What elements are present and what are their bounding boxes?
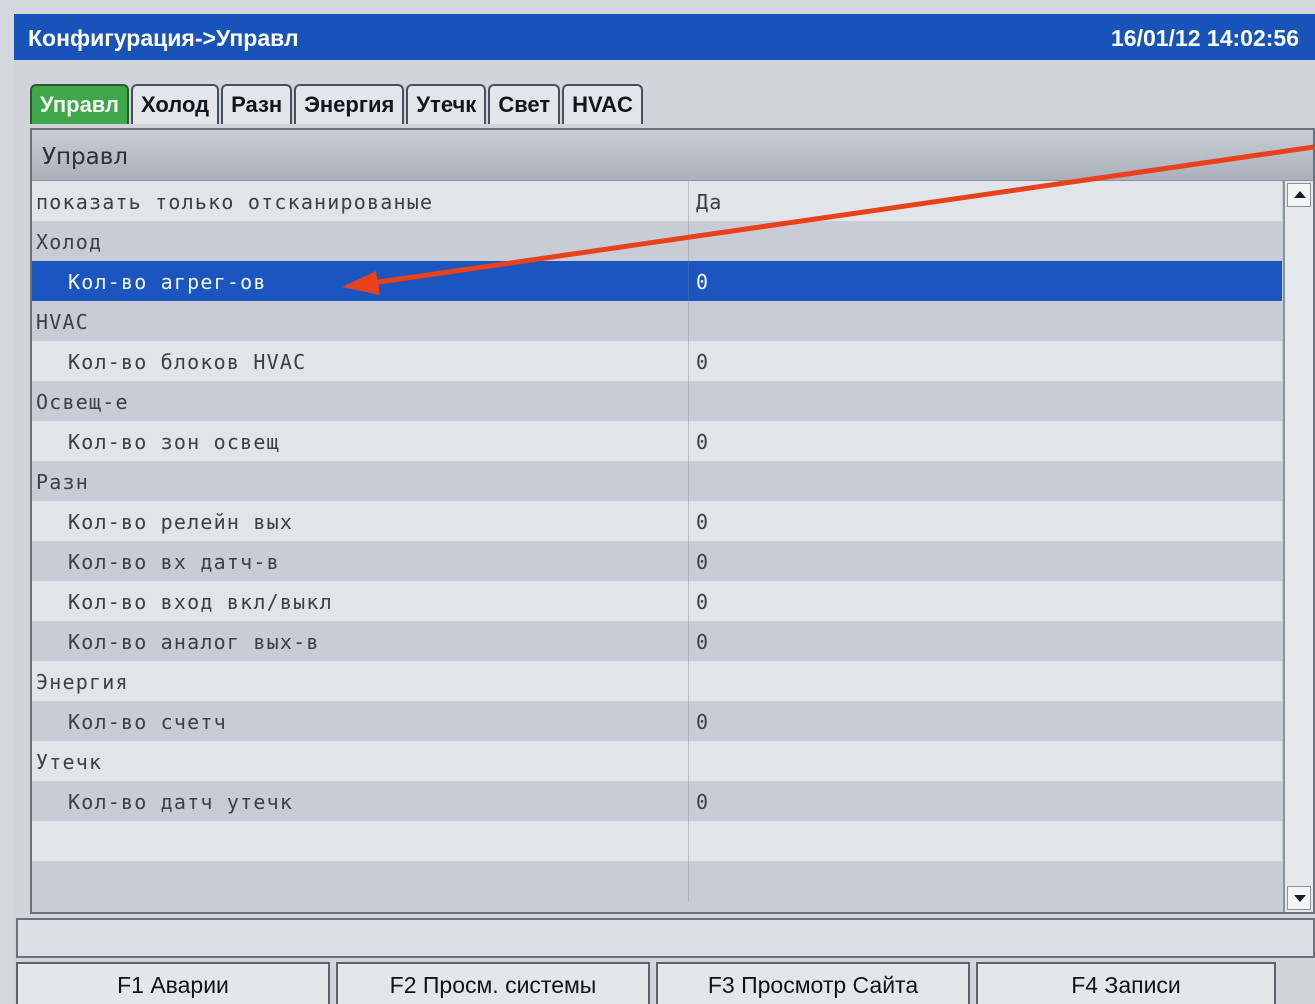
list-item-label: Кол-во аналог вых-в (68, 630, 320, 654)
column-divider (688, 421, 689, 461)
list-item-label: HVAC (36, 310, 89, 334)
column-divider (688, 221, 689, 261)
column-divider (688, 861, 689, 901)
screen: Конфигурация->Управл 16/01/12 14:02:56 У… (14, 14, 1315, 1004)
settings-panel: Управл показать только отсканированые Да Х… (30, 128, 1315, 914)
f3-site-view-button[interactable]: F3 Просмотр Сайта (656, 962, 970, 1004)
tab-kholod[interactable]: Холод (131, 84, 220, 124)
list-item[interactable]: Кол-во релейн вых 0 (32, 501, 1282, 541)
list-item[interactable]: Разн (32, 461, 1282, 501)
tab-hvac[interactable]: HVAC (562, 84, 643, 124)
list-item-label: Кол-во агрег-ов (68, 270, 267, 294)
list-item[interactable]: Кол-во счетч 0 (32, 701, 1282, 741)
column-divider (688, 581, 689, 621)
list-item[interactable]: Освещ-е (32, 381, 1282, 421)
title-bar: Конфигурация->Управл 16/01/12 14:02:56 (14, 14, 1315, 60)
list-item[interactable] (32, 861, 1282, 901)
column-divider (688, 821, 689, 861)
f1-alarms-button[interactable]: F1 Аварии (16, 962, 330, 1004)
arrow-up-icon (1294, 191, 1306, 198)
list-item-label: Разн (36, 470, 89, 494)
settings-list: показать только отсканированые Да Холод Кол… (32, 181, 1282, 912)
list-item-label: Кол-во вх датч-в (68, 550, 280, 574)
list-item-label: Холод (36, 230, 103, 254)
datetime: 16/01/12 14:02:56 (1111, 25, 1299, 51)
list-item[interactable]: Холод (32, 221, 1282, 261)
scroll-up-button[interactable] (1287, 183, 1311, 207)
tab-utechk[interactable]: Утечк (406, 84, 487, 124)
list-item-value: 0 (696, 630, 710, 654)
list-item-label: Кол-во блоков HVAC (68, 350, 307, 374)
column-divider (688, 741, 689, 781)
list-item-value: 0 (696, 350, 710, 374)
list-item-label: Энергия (36, 670, 129, 694)
list-item-value: 0 (696, 510, 710, 534)
f2-system-view-button[interactable]: F2 Просм. системы (336, 962, 650, 1004)
tab-bar: Управл Холод Разн Энергия Утечк Свет HVA… (30, 84, 645, 126)
list-item-label: Кол-во вход вкл/выкл (68, 590, 333, 614)
list-item-value: 0 (696, 710, 710, 734)
list-item[interactable]: показать только отсканированые Да (32, 181, 1282, 221)
list-item-value: Да (696, 190, 723, 214)
list-item-label: Утечк (36, 750, 103, 774)
list-item[interactable]: HVAC (32, 301, 1282, 341)
panel-title: Управл (42, 144, 129, 170)
column-divider (688, 181, 689, 221)
list-item[interactable]: Кол-во аналог вых-в 0 (32, 621, 1282, 661)
list-item[interactable]: Кол-во вход вкл/выкл 0 (32, 581, 1282, 621)
column-divider (688, 701, 689, 741)
column-divider (688, 781, 689, 821)
column-divider (688, 621, 689, 661)
panel-header: Управл (32, 130, 1313, 182)
list-item[interactable]: Утечк (32, 741, 1282, 781)
status-bar (16, 918, 1315, 958)
list-item-value: 0 (696, 550, 710, 574)
column-divider (688, 501, 689, 541)
list-item-label: Кол-во датч утечк (68, 790, 294, 814)
column-divider (688, 461, 689, 501)
list-item[interactable]: Кол-во зон освещ 0 (32, 421, 1282, 461)
list-item-label: Кол-во зон освещ (68, 430, 280, 454)
column-divider (688, 301, 689, 341)
column-divider (688, 661, 689, 701)
column-divider (688, 541, 689, 581)
list-item[interactable]: Кол-во вх датч-в 0 (32, 541, 1282, 581)
list-item-label: показать только отсканированые (36, 190, 434, 214)
column-divider (688, 261, 689, 301)
list-item[interactable]: Кол-во агрег-ов 0 (32, 261, 1282, 301)
window-title: Конфигурация->Управл (28, 25, 299, 51)
list-item-label: Освещ-е (36, 390, 129, 414)
f4-records-button[interactable]: F4 Записи (976, 962, 1276, 1004)
list-item-value: 0 (696, 790, 710, 814)
list-item-value: 0 (696, 590, 710, 614)
tab-svet[interactable]: Свет (488, 84, 561, 124)
list-item-value: 0 (696, 270, 710, 294)
function-key-bar: F1 Аварии F2 Просм. системы F3 Просмотр … (16, 962, 1315, 1004)
list-item-label: Кол-во релейн вых (68, 510, 294, 534)
tab-energiya[interactable]: Энергия (294, 84, 405, 124)
list-item-value: 0 (696, 430, 710, 454)
list-item-label: Кол-во счетч (68, 710, 227, 734)
list-item[interactable]: Энергия (32, 661, 1282, 701)
tab-razn[interactable]: Разн (221, 84, 293, 124)
scrollbar[interactable] (1283, 181, 1313, 912)
scroll-down-button[interactable] (1287, 886, 1311, 910)
column-divider (688, 381, 689, 421)
tab-upravl[interactable]: Управл (30, 84, 130, 124)
list-item[interactable] (32, 821, 1282, 861)
list-item[interactable]: Кол-во датч утечк 0 (32, 781, 1282, 821)
arrow-down-icon (1294, 895, 1306, 902)
column-divider (688, 341, 689, 381)
list-item[interactable]: Кол-во блоков HVAC 0 (32, 341, 1282, 381)
